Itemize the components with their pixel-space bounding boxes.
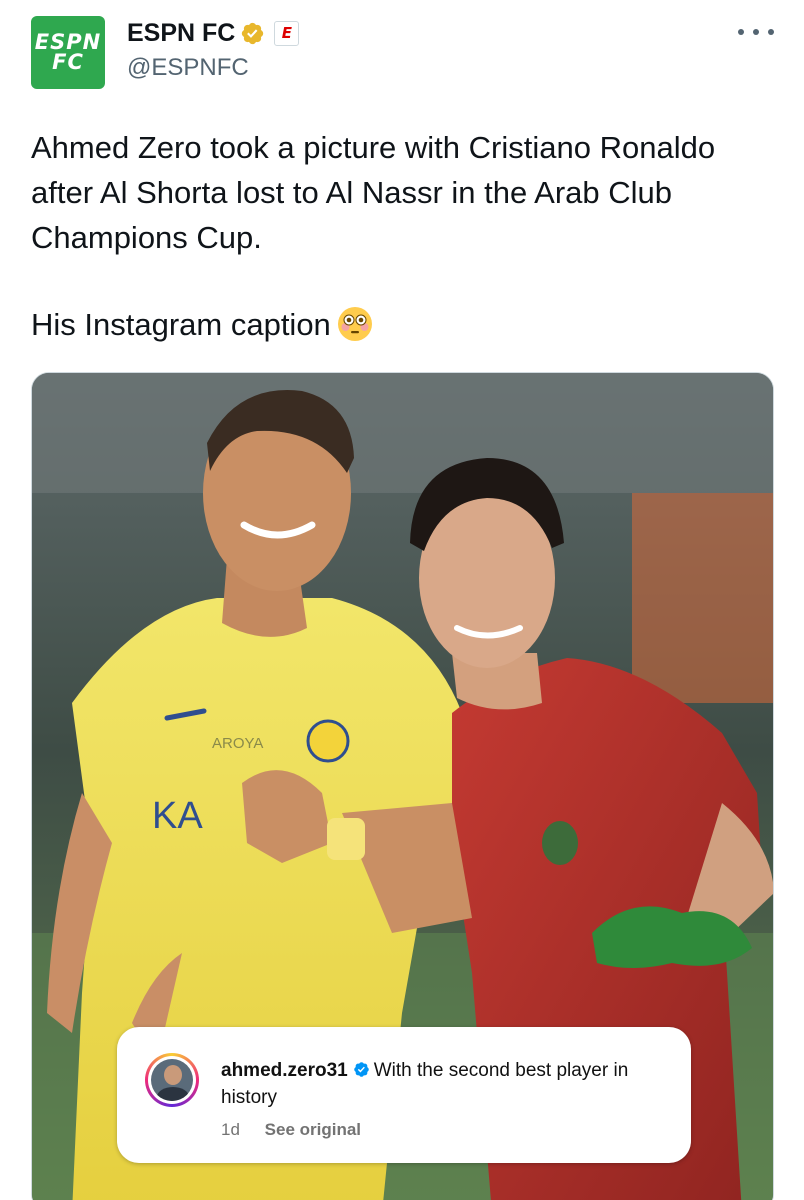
tweet-text-caption-label: His Instagram caption bbox=[31, 307, 331, 342]
author-display-name[interactable]: ESPN FC bbox=[127, 19, 235, 48]
caption-meta: 1d See original bbox=[221, 1120, 361, 1140]
author-handle[interactable]: @ESPNFC bbox=[127, 54, 249, 82]
instagram-caption-card: ahmed.zero31 With the second best player… bbox=[117, 1027, 691, 1163]
author-name-row: ESPN FC E bbox=[127, 17, 300, 49]
flushed-face-emoji bbox=[337, 307, 372, 341]
tweet-text-paragraph-1: Ahmed Zero took a picture with Cristiano… bbox=[31, 130, 716, 255]
more-dot bbox=[768, 29, 774, 35]
jersey-ka-text: KA bbox=[152, 795, 203, 837]
verified-badge-icon bbox=[242, 22, 264, 44]
tweet-header: ESPN FC ESPN FC E @ESPNFC bbox=[0, 0, 804, 110]
caption-username: ahmed.zero31 bbox=[221, 1060, 348, 1081]
instagram-verified-icon bbox=[353, 1062, 369, 1077]
instagram-avatar bbox=[145, 1053, 199, 1107]
more-dot bbox=[738, 29, 744, 35]
espn-fc-avatar[interactable]: ESPN FC bbox=[31, 16, 105, 89]
see-original-link: See original bbox=[264, 1120, 362, 1139]
tweet-photo[interactable]: AROYA KA ahmed.zero31 With the second be… bbox=[31, 372, 774, 1200]
more-horizontal-icon[interactable] bbox=[738, 20, 774, 44]
more-dot bbox=[753, 29, 759, 35]
tweet-text-paragraph-2: His Instagram caption bbox=[31, 302, 771, 347]
caption-time: 1d bbox=[221, 1120, 240, 1139]
caption-text: ahmed.zero31 With the second best player… bbox=[221, 1057, 671, 1111]
jersey-sponsor-text: AROYA bbox=[212, 735, 263, 752]
espn-affiliate-badge[interactable]: E bbox=[274, 20, 300, 46]
logo-text-fc: FC bbox=[52, 49, 84, 74]
tweet-body: Ahmed Zero took a picture with Cristiano… bbox=[31, 125, 771, 347]
